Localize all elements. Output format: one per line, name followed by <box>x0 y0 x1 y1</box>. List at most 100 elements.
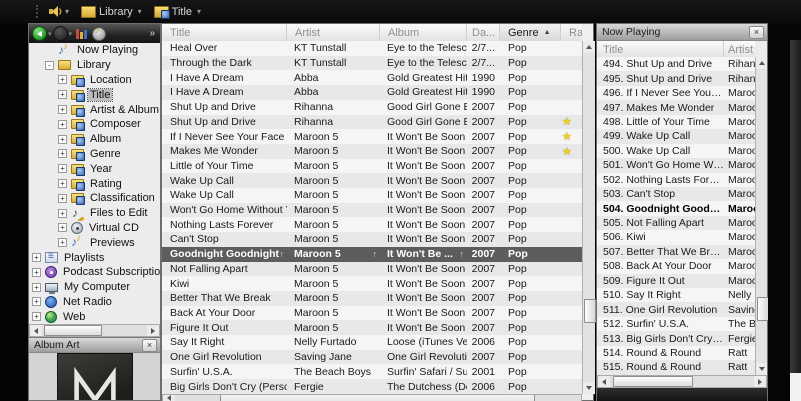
now-playing-row[interactable]: 511. One Girl Revolution Saving Jane <box>597 302 755 316</box>
tree-item[interactable]: + My Computer <box>29 280 160 295</box>
expander-icon[interactable]: + <box>58 238 67 247</box>
tree-item[interactable]: + Previews <box>29 235 160 250</box>
tree-item[interactable]: - Library <box>29 58 160 73</box>
tree-item[interactable]: + Podcast Subscriptions <box>29 265 160 280</box>
table-row[interactable]: Can't Stop Maroon 5 It Won't Be Soon ...… <box>162 232 582 247</box>
now-playing-row[interactable]: 496. If I Never See Your Face Again Maro… <box>597 86 755 100</box>
scroll-right-button[interactable] <box>754 376 766 387</box>
scroll-left-button[interactable] <box>163 395 175 401</box>
tree-item[interactable]: + Rating <box>29 176 160 191</box>
scrollbar-thumb[interactable] <box>584 299 596 323</box>
now-playing-row[interactable]: 500. Wake Up Call Maroon 5 <box>597 144 755 158</box>
column-header[interactable]: Artist <box>287 24 380 41</box>
now-playing-row[interactable]: 501. Won't Go Home Without You Maroon 5 <box>597 158 755 172</box>
table-vscrollbar[interactable] <box>582 41 595 394</box>
table-row[interactable]: Heal Over KT Tunstall Eye to the Telesc.… <box>162 41 582 56</box>
cell-rating[interactable] <box>561 232 582 247</box>
breadcrumb-library[interactable]: Library ▾ <box>77 2 146 21</box>
now-playing-row[interactable]: 495. Shut Up and Drive Rihanna <box>597 71 755 85</box>
cell-rating[interactable] <box>561 291 582 306</box>
cell-rating[interactable] <box>561 41 582 56</box>
tree-item[interactable]: + Genre <box>29 147 160 162</box>
cell-rating[interactable]: ★ <box>561 144 582 159</box>
column-header[interactable]: Title <box>597 41 724 58</box>
cell-rating[interactable] <box>561 350 582 365</box>
now-playing-row[interactable]: 514. Round & Round Ratt <box>597 346 755 360</box>
column-header[interactable]: Genre ▲ <box>500 24 561 41</box>
tree-item[interactable]: Now Playing <box>29 43 160 58</box>
column-header[interactable]: Artist <box>724 41 755 58</box>
scroll-down-button[interactable] <box>756 363 767 375</box>
now-playing-row[interactable]: 515. Round & Round Ratt <box>597 360 755 374</box>
tree-item[interactable]: + Files to Edit <box>29 206 160 221</box>
expander-icon[interactable]: + <box>58 179 67 188</box>
toolbar-grip[interactable] <box>36 5 41 18</box>
table-row[interactable]: One Girl Revolution Saving Jane One Girl… <box>162 350 582 365</box>
cell-rating[interactable] <box>561 276 582 291</box>
music-disc-icon[interactable] <box>92 27 106 41</box>
cell-rating[interactable] <box>561 188 582 203</box>
table-row[interactable]: Figure It Out Maroon 5 It Won't Be Soon … <box>162 320 582 335</box>
now-playing-row[interactable]: 503. Can't Stop Maroon 5 <box>597 187 755 201</box>
cell-rating[interactable] <box>561 247 582 262</box>
tree-item[interactable]: + Title <box>29 87 160 102</box>
tree-item[interactable]: + Web <box>29 309 160 324</box>
table-row[interactable]: Shut Up and Drive Rihanna Good Girl Gone… <box>162 115 582 130</box>
forward-button[interactable] <box>53 26 68 41</box>
column-header[interactable]: Rating <box>561 24 582 41</box>
table-row[interactable]: Little of Your Time Maroon 5 It Won't Be… <box>162 159 582 174</box>
cell-rating[interactable] <box>561 100 582 115</box>
column-header[interactable]: Album <box>380 24 467 41</box>
expander-icon[interactable]: + <box>58 194 67 203</box>
table-row[interactable]: Better That We Break Maroon 5 It Won't B… <box>162 291 582 306</box>
table-row[interactable]: Wake Up Call Maroon 5 It Won't Be Soon .… <box>162 173 582 188</box>
tree-item[interactable]: + Artist & Album Artists <box>29 102 160 117</box>
column-header[interactable]: Title <box>162 24 287 41</box>
table-row[interactable]: Through the Dark KT Tunstall Eye to the … <box>162 56 582 71</box>
now-playing-row[interactable]: 499. Wake Up Call Maroon 5 <box>597 129 755 143</box>
cell-rating[interactable] <box>561 85 582 100</box>
now-playing-close-icon[interactable]: × <box>749 26 764 39</box>
expander-icon[interactable]: + <box>32 253 41 262</box>
expander-icon[interactable]: + <box>58 75 67 84</box>
cell-rating[interactable] <box>561 379 582 394</box>
cell-rating[interactable]: ★ <box>561 129 582 144</box>
table-row[interactable]: Wake Up Call Maroon 5 It Won't Be Soon .… <box>162 188 582 203</box>
cell-rating[interactable] <box>561 70 582 85</box>
expander-icon[interactable]: + <box>58 120 67 129</box>
now-playing-crumb-button[interactable]: ▾ <box>45 2 73 21</box>
table-row[interactable]: Kiwi Maroon 5 It Won't Be Soon ... 2007 … <box>162 276 582 291</box>
now-playing-row[interactable]: 494. Shut Up and Drive Rihanna <box>597 57 755 71</box>
back-history-chevron-icon[interactable]: ▾ <box>48 30 52 38</box>
table-row[interactable]: Goodnight Goodnight ↑ Maroon 5 ↑ It Won'… <box>162 247 582 262</box>
sidebar-hscrollbar[interactable] <box>29 324 160 337</box>
expander-icon[interactable]: + <box>58 209 67 218</box>
expander-icon[interactable]: - <box>45 61 54 70</box>
expander-icon[interactable]: + <box>58 90 67 99</box>
table-row[interactable]: Shut Up and Drive Rihanna Good Girl Gone… <box>162 100 582 115</box>
scroll-up-button[interactable] <box>583 41 595 53</box>
expander-icon[interactable]: + <box>58 223 67 232</box>
table-row[interactable]: I Have A Dream Abba Gold Greatest Hits 1… <box>162 85 582 100</box>
column-header[interactable]: Da... <box>467 24 500 41</box>
cell-rating[interactable] <box>561 320 582 335</box>
cell-rating[interactable] <box>561 306 582 321</box>
album-art-close-icon[interactable]: × <box>142 339 157 352</box>
now-playing-vscrollbar[interactable] <box>755 57 767 375</box>
scroll-left-button[interactable] <box>30 325 42 336</box>
tree-item[interactable]: + Location <box>29 73 160 88</box>
cell-rating[interactable] <box>561 159 582 174</box>
now-playing-row[interactable]: 505. Not Falling Apart Maroon 5 <box>597 216 755 230</box>
expander-icon[interactable]: + <box>58 135 67 144</box>
table-hscrollbar[interactable] <box>162 394 582 401</box>
scrollbar-thumb[interactable] <box>613 376 693 387</box>
tree-item[interactable]: + Composer <box>29 117 160 132</box>
now-playing-row[interactable]: 513. Big Girls Don't Cry (Personal) Ferg… <box>597 331 755 345</box>
table-row[interactable]: Won't Go Home Without You Maroon 5 It Wo… <box>162 203 582 218</box>
table-row[interactable]: Not Falling Apart Maroon 5 It Won't Be S… <box>162 262 582 277</box>
tree-item[interactable]: + Classification <box>29 191 160 206</box>
scrollbar-thumb[interactable] <box>220 394 535 401</box>
toolbar-overflow-button[interactable]: » <box>149 28 157 39</box>
table-row[interactable]: Makes Me Wonder Maroon 5 It Won't Be Soo… <box>162 144 582 159</box>
now-playing-row[interactable]: 504. Goodnight Goodnight Maroon 5 <box>597 201 755 215</box>
